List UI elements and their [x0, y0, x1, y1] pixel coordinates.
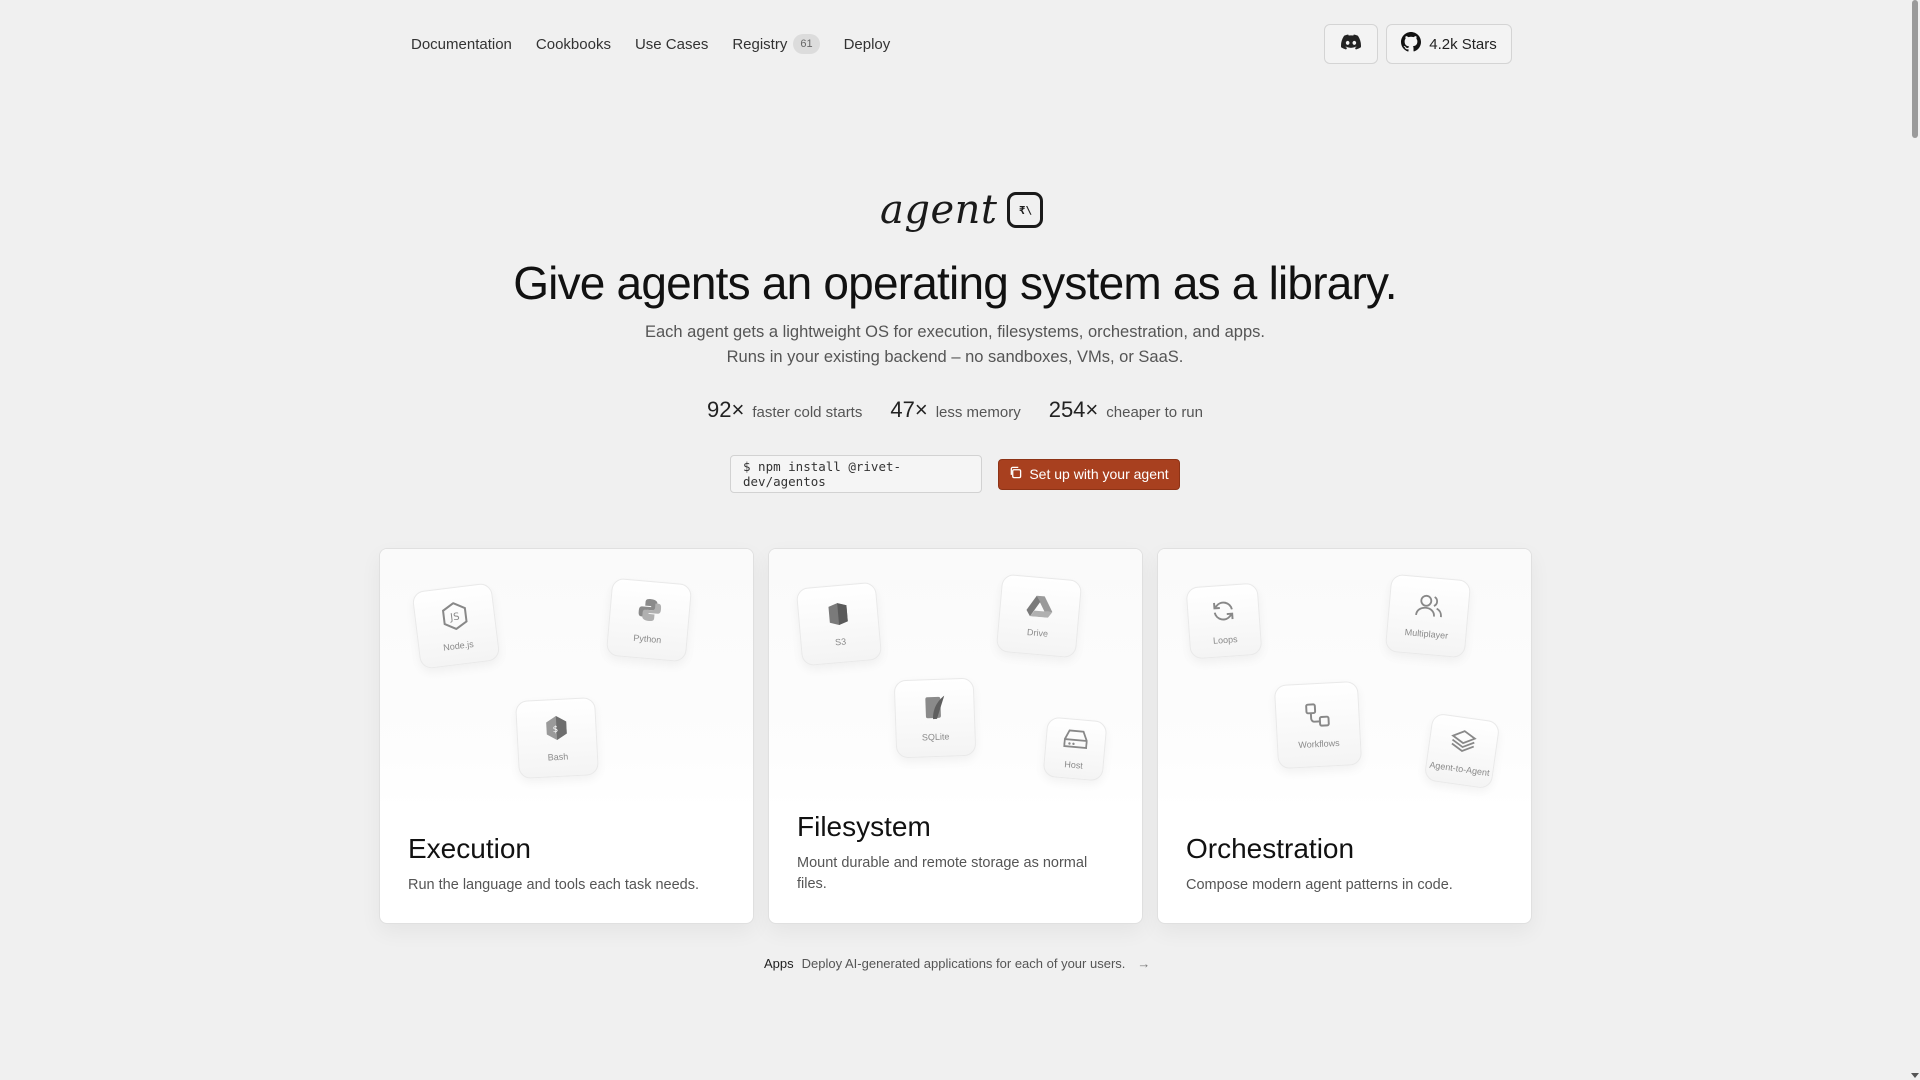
hero-stats: 92× faster cold starts 47× less memory 2…	[0, 397, 1910, 423]
tile-label: Bash	[547, 750, 569, 763]
card-title: Execution	[408, 833, 531, 864]
nav-link-deploy[interactable]: Deploy	[844, 36, 891, 53]
card-description: Run the language and tools each task nee…	[408, 877, 700, 893]
tile-label: Node.js	[442, 638, 475, 653]
tile-label: Loops	[1212, 633, 1238, 646]
apps-link[interactable]: Apps Deploy AI-generated applications fo…	[764, 956, 1150, 971]
tile-label: Agent-to-Agent	[1428, 759, 1491, 778]
tile-label: Drive	[1026, 626, 1049, 639]
stat-label: faster cold starts	[752, 404, 863, 421]
tile-label: S3	[834, 635, 847, 647]
stat-value: 47×	[890, 397, 928, 422]
apps-description: Deploy AI-generated applications for eac…	[801, 956, 1126, 971]
card-title: Filesystem	[797, 811, 931, 842]
card-execution[interactable]: JS Node.js Python $ Bash Execution Run t…	[379, 548, 754, 924]
setup-agent-button[interactable]: Set up with your agent	[998, 458, 1180, 490]
users-icon	[1413, 592, 1443, 623]
sqlite-icon	[922, 694, 947, 726]
discord-button[interactable]	[1324, 24, 1378, 64]
card-filesystem[interactable]: S3 Drive SQLite Host Filesystem Mount du…	[768, 548, 1143, 924]
drive-icon	[1026, 593, 1054, 622]
layers-icon	[1448, 727, 1478, 759]
install-command-box[interactable]: $ npm install @rivet-dev/agentos	[730, 455, 982, 493]
tile-label: SQLite	[921, 731, 950, 742]
github-stars-button[interactable]: 4.2k Stars	[1386, 24, 1512, 64]
github-icon	[1401, 32, 1422, 56]
logo-os-mark: ₹\	[1007, 192, 1044, 228]
nav-link-registry[interactable]: Registry 61	[732, 34, 820, 54]
tile-agent-to-agent: Agent-to-Agent	[1423, 712, 1501, 790]
card-title: Orchestration	[1186, 833, 1355, 864]
logo-wordmark: agent	[880, 187, 998, 233]
stat-label: cheaper to run	[1106, 404, 1203, 421]
tile-label: Python	[632, 632, 662, 645]
cta-row: $ npm install @rivet-dev/agentos Set up …	[730, 455, 1180, 493]
card-illustration: S3 Drive SQLite Host	[769, 549, 1142, 809]
tile-sqlite: SQLite	[893, 677, 977, 759]
nav-link-cookbooks[interactable]: Cookbooks	[536, 36, 611, 53]
page-scrollbar[interactable]	[1910, 0, 1920, 1080]
card-illustration: Loops Multiplayer Workflows Agent-to-Age…	[1158, 549, 1531, 809]
tile-label: Multiplayer	[1404, 626, 1449, 641]
tile-nodejs: JS Node.js	[411, 582, 501, 670]
stat-label: less memory	[935, 404, 1021, 421]
github-stars-label: 4.2k Stars	[1429, 35, 1497, 53]
bash-icon: $	[544, 714, 570, 746]
hard-drive-icon	[1063, 728, 1089, 755]
card-description: Compose modern agent patterns in code.	[1186, 877, 1453, 893]
loop-icon	[1209, 597, 1237, 630]
nav-link-documentation[interactable]: Documentation	[411, 36, 512, 53]
tile-workflows: Workflows	[1273, 680, 1363, 770]
tile-loops: Loops	[1185, 582, 1263, 660]
svg-text:JS: JS	[449, 611, 461, 623]
registry-count-badge: 61	[793, 34, 820, 54]
stat-cold-starts: 92× faster cold starts	[707, 397, 862, 423]
tile-host: Host	[1042, 716, 1108, 782]
scrollbar-thumb[interactable]	[1912, 0, 1918, 138]
tile-label: Host	[1063, 758, 1084, 771]
hero-subline-1: Each agent gets a lightweight OS for exe…	[644, 323, 1265, 341]
stat-memory: 47× less memory	[890, 397, 1020, 423]
tile-s3: S3	[795, 581, 883, 667]
svg-text:$: $	[552, 724, 558, 734]
nav-link-use-cases[interactable]: Use Cases	[635, 36, 708, 53]
card-description: Mount durable and remote storage as norm…	[797, 855, 1088, 892]
tile-label: Workflows	[1298, 737, 1340, 750]
agentos-logo: agent ₹\	[880, 182, 1044, 238]
hero-subline-2: Runs in your existing backend – no sandb…	[726, 348, 1184, 366]
s3-bucket-icon	[826, 601, 850, 632]
card-illustration: JS Node.js Python $ Bash	[380, 549, 753, 809]
tile-python: Python	[605, 577, 693, 663]
workflow-icon	[1304, 701, 1332, 733]
arrow-right-icon: →	[1137, 956, 1151, 971]
nodejs-icon: JS	[440, 600, 470, 636]
top-nav: Documentation Cookbooks Use Cases Regist…	[411, 32, 890, 56]
setup-agent-label: Set up with your agent	[1029, 466, 1169, 482]
tile-bash: $ Bash	[515, 696, 599, 780]
nav-actions: 4.2k Stars	[1324, 24, 1512, 64]
python-icon	[635, 595, 664, 628]
tile-drive: Drive	[995, 573, 1083, 659]
apps-label: Apps	[764, 956, 794, 971]
copy-icon	[1009, 466, 1022, 482]
scroll-down-arrow-icon[interactable]	[1911, 1073, 1919, 1078]
nav-link-registry-label: Registry	[732, 35, 788, 53]
stat-value: 254×	[1048, 397, 1099, 422]
stat-cost: 254× cheaper to run	[1049, 397, 1203, 423]
hero-headline: Give agents an operating system as a lib…	[513, 257, 1397, 309]
card-orchestration[interactable]: Loops Multiplayer Workflows Agent-to-Age…	[1157, 548, 1532, 924]
stat-value: 92×	[706, 397, 745, 422]
tile-multiplayer: Multiplayer	[1384, 573, 1472, 659]
discord-icon	[1341, 34, 1362, 54]
